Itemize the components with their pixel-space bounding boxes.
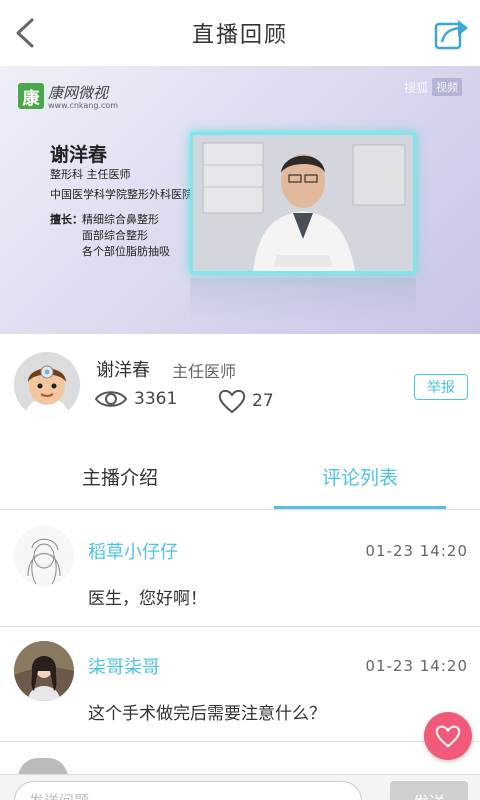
- avatar[interactable]: [18, 758, 68, 774]
- watermark-badge: 视频: [432, 78, 462, 96]
- comment-time: 01-23 14:20: [365, 542, 468, 560]
- share-button[interactable]: [432, 14, 470, 52]
- send-button[interactable]: 发送: [390, 781, 468, 800]
- back-button[interactable]: [10, 14, 46, 52]
- share-icon: [434, 20, 468, 50]
- tab-comment-list[interactable]: 评论列表: [240, 444, 480, 509]
- video-doctor-name: 谢洋春: [50, 144, 108, 166]
- photo-avatar-icon: [14, 641, 74, 701]
- top-bar: 直播回顾: [0, 0, 480, 66]
- video-doctor-hospital: 中国医学科学院整形外科医院: [50, 188, 193, 201]
- speciality-item: 精细综合鼻整形: [82, 213, 159, 226]
- app-screen: 直播回顾 康 康网微视 www.cnkang.com 搜狐 视频 谢洋春 整形科…: [0, 0, 480, 800]
- speciality-item: 面部综合整形: [82, 229, 148, 242]
- doctor-portrait-image: [193, 135, 413, 271]
- avatar[interactable]: [14, 526, 74, 586]
- logo-icon: 康: [18, 83, 44, 109]
- comment-text: 医生，您好啊！: [88, 589, 207, 609]
- video-frame: [190, 132, 416, 274]
- logo-name: 康网微视: [48, 84, 109, 102]
- logo-url: www.cnkang.com: [48, 101, 119, 110]
- sketch-girl-avatar-icon: [14, 526, 74, 586]
- page-title: 直播回顾: [191, 23, 288, 48]
- video-watermark: 搜狐 视频: [404, 78, 462, 96]
- report-button[interactable]: 举报: [414, 374, 468, 400]
- doctor-avatar-icon: [14, 352, 80, 418]
- comment-text: 这个手术做完后需要注意什么？: [88, 704, 326, 724]
- views-value: 3361: [134, 389, 178, 409]
- eye-icon: [94, 391, 128, 407]
- video-doctor-dept: 整形科 主任医师: [50, 168, 131, 181]
- speciality-label: 擅长：: [50, 213, 83, 226]
- tab-host-intro[interactable]: 主播介绍: [0, 444, 240, 509]
- heart-icon: [435, 725, 461, 748]
- comment-list: 稻草小仔仔 01-23 14:20 医生，您好啊！ 柒哥柒哥 01-23 14:…: [0, 512, 480, 774]
- video-player[interactable]: 康 康网微视 www.cnkang.com 搜狐 视频 谢洋春 整形科 主任医师…: [0, 66, 480, 334]
- comment-user[interactable]: 稻草小仔仔: [88, 538, 178, 564]
- doctor-name: 谢洋春: [96, 360, 150, 381]
- speciality-item: 各个部位脂肪抽吸: [82, 245, 170, 258]
- list-item: 柒哥柒哥 01-23 14:20 这个手术做完后需要注意什么？: [0, 627, 480, 742]
- comment-time: 01-23 14:20: [365, 657, 468, 675]
- video-reflection: [190, 278, 416, 324]
- like-button[interactable]: [424, 712, 472, 760]
- likes-value: 27: [252, 391, 274, 411]
- heart-outline-icon: [218, 389, 246, 414]
- channel-logo: 康 康网微视 www.cnkang.com: [18, 82, 118, 110]
- comment-input-bar: 发送问题 发送: [0, 774, 480, 800]
- chevron-left-icon: [16, 18, 34, 48]
- tab-bar: 主播介绍 评论列表: [0, 444, 480, 510]
- doctor-info-panel: 谢洋春 主任医师 3361 27 举报: [0, 334, 480, 444]
- video-speciality: 擅长： 精细综合鼻整形 面部综合整形 各个部位脂肪抽吸: [50, 212, 170, 258]
- views-count: 3361: [94, 388, 177, 410]
- watermark-text: 搜狐: [403, 80, 428, 95]
- avatar[interactable]: [14, 641, 74, 701]
- comment-user[interactable]: 柒哥柒哥: [88, 653, 160, 679]
- avatar[interactable]: [14, 352, 80, 418]
- doctor-title: 主任医师: [172, 362, 237, 381]
- list-item: 稻草小仔仔 01-23 14:20 医生，您好啊！: [0, 512, 480, 627]
- likes-count[interactable]: 27: [218, 388, 274, 414]
- comment-input[interactable]: 发送问题: [14, 781, 362, 800]
